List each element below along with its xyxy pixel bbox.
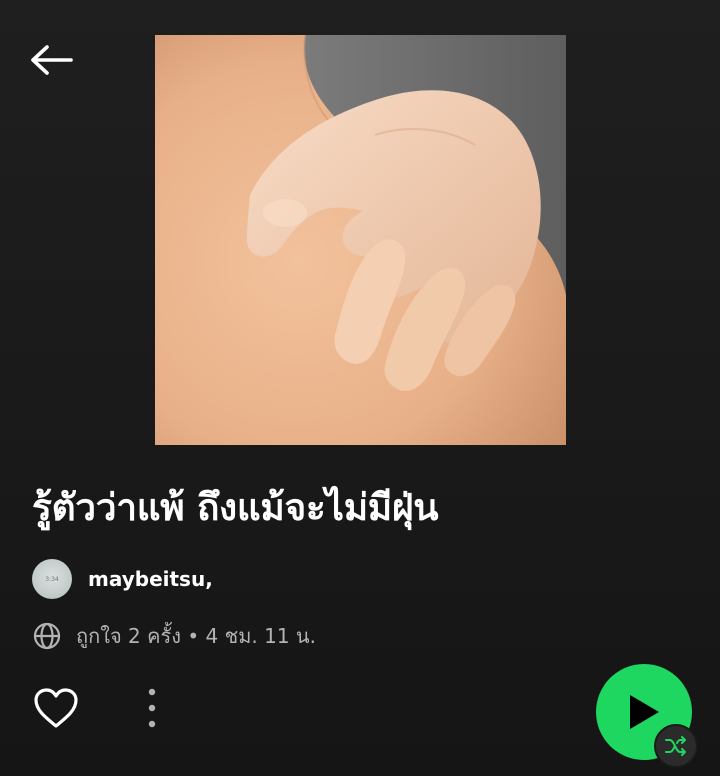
meta-text: ถูกใจ 2 ครั้ง • 4 ชม. 11 น. [76, 624, 316, 648]
globe-icon [33, 622, 61, 650]
playlist-meta: ถูกใจ 2 ครั้ง • 4 ชม. 11 น. [32, 619, 316, 653]
cover-art-image [155, 35, 566, 445]
play-icon [630, 695, 659, 729]
owner-row[interactable]: 3:34 maybeitsu, [32, 559, 213, 599]
like-button[interactable] [32, 685, 80, 731]
owner-name[interactable]: maybeitsu, [88, 567, 213, 591]
avatar-text: 3:34 [45, 575, 59, 583]
more-options-button[interactable] [136, 684, 168, 732]
back-button[interactable] [26, 38, 76, 82]
shuffle-button[interactable] [654, 724, 698, 768]
shuffle-icon [665, 736, 686, 756]
avatar[interactable]: 3:34 [32, 559, 72, 599]
playlist-title: รู้ตัวว่าแพ้ ถึงแม้จะไม่มีฝุ่น [32, 486, 439, 529]
heart-outline-icon [34, 688, 78, 728]
arrow-left-icon [31, 45, 73, 75]
cover-art [155, 35, 566, 445]
more-vertical-icon [148, 688, 156, 728]
